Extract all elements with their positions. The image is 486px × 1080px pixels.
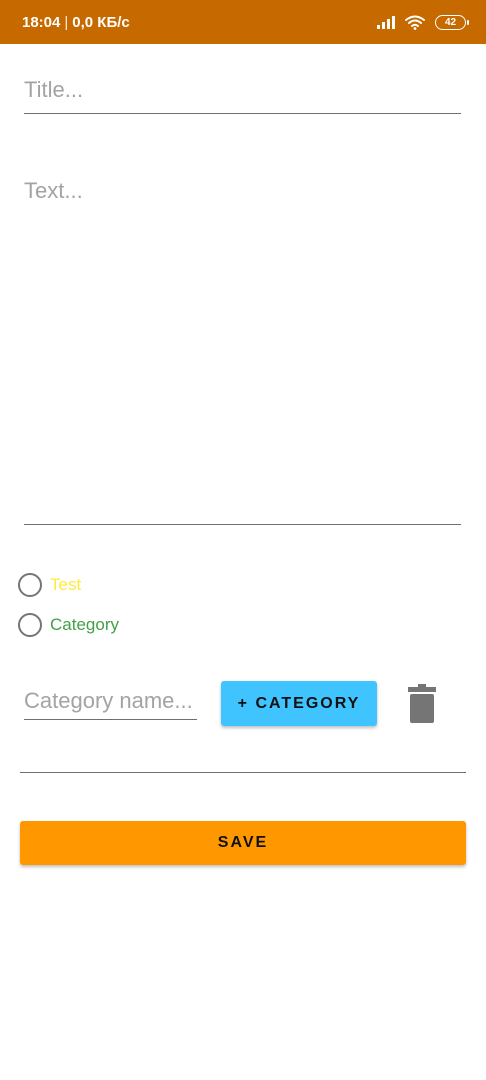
delete-category-button[interactable]: [402, 683, 442, 725]
title-input[interactable]: [24, 72, 461, 114]
category-option-test[interactable]: Test: [18, 573, 81, 597]
signal-icon: [377, 15, 395, 29]
wifi-icon: [405, 15, 425, 30]
divider: [20, 772, 466, 773]
status-right: 42: [377, 14, 469, 30]
radio-button[interactable]: [18, 573, 42, 597]
text-input[interactable]: [24, 170, 461, 525]
add-category-button[interactable]: + CATEGORY: [221, 681, 377, 726]
battery-icon: 42: [435, 14, 469, 30]
category-label: Category: [50, 615, 119, 634]
category-name-input[interactable]: [24, 686, 197, 720]
battery-level: 42: [444, 16, 457, 28]
status-bar: 18:04 | 0,0 КБ/с 42: [0, 0, 486, 44]
status-time: 18:04: [22, 13, 61, 31]
radio-button[interactable]: [18, 613, 42, 637]
status-left: 18:04 | 0,0 КБ/с: [22, 14, 130, 31]
save-button[interactable]: SAVE: [20, 821, 466, 865]
status-separator: |: [64, 13, 69, 31]
category-label: Test: [50, 575, 82, 594]
trash-icon: [408, 684, 436, 723]
status-net-speed: 0,0 КБ/с: [72, 13, 130, 31]
category-option-category[interactable]: Category: [18, 613, 119, 637]
